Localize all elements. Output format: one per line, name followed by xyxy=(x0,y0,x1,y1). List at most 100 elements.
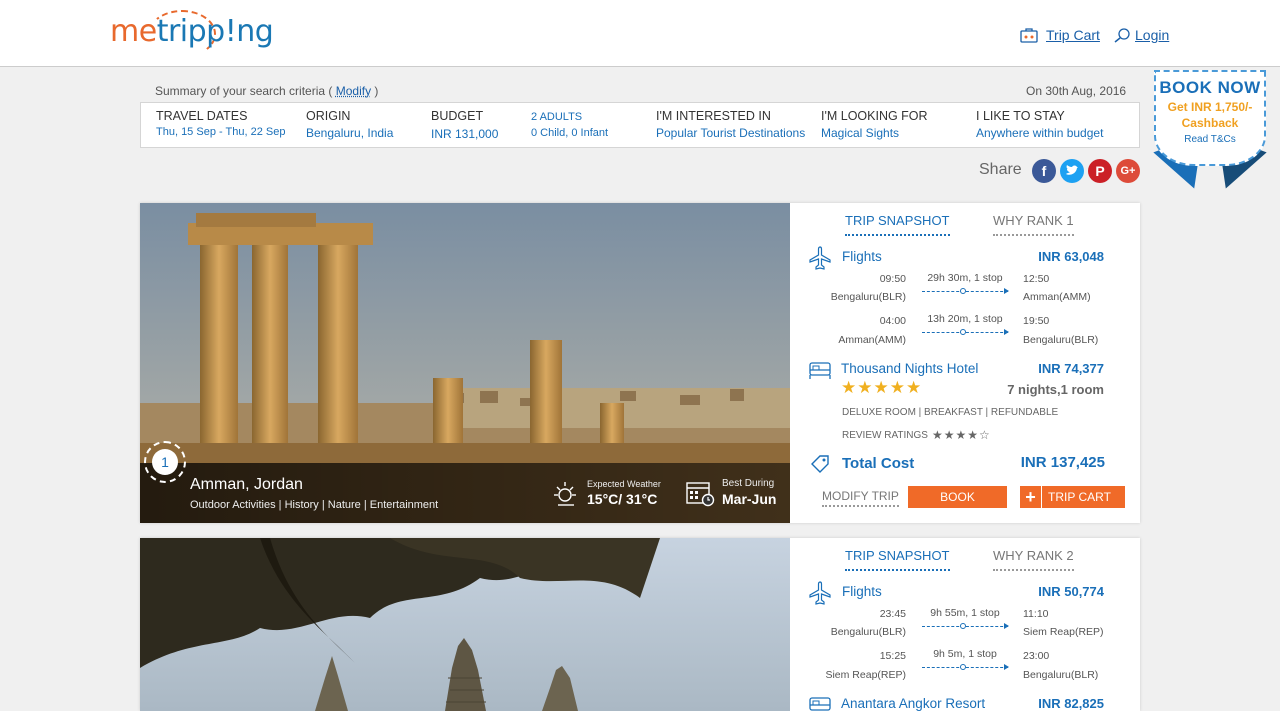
leg2-duration: 13h 20m, 1 stop xyxy=(927,313,1003,325)
leg1-arr-time: 12:50 xyxy=(1023,273,1050,285)
leg2-arr-city: Bengaluru(BLR) xyxy=(1023,334,1099,346)
trip-card-1: 1 Amman, Jordan Outdoor Activities | His… xyxy=(140,203,1140,523)
trip-card-2: Trip Snapshot Why Rank 2 Flights INR 50,… xyxy=(140,538,1140,711)
tab-why-rank[interactable]: Why Rank 1 xyxy=(993,213,1074,236)
trip-cart-icon[interactable] xyxy=(1020,28,1038,43)
stay-value: Anywhere within budget xyxy=(976,126,1104,140)
criteria-travel-dates[interactable]: Travel Dates Thu, 15 Sep - Thu, 22 Sep xyxy=(156,109,285,138)
destination-name[interactable]: Amman, Jordan xyxy=(190,476,303,494)
flight-icon xyxy=(809,581,831,605)
tab-trip-snapshot[interactable]: Trip Snapshot xyxy=(845,213,950,236)
tab-why-rank[interactable]: Why Rank 2 xyxy=(993,548,1074,571)
google-plus-icon[interactable]: G+ xyxy=(1116,159,1140,183)
hotel-name[interactable]: Thousand Nights Hotel xyxy=(841,361,978,376)
leg1-arr-city: Siem Reap(REP) xyxy=(1023,626,1104,638)
modify-trip-button[interactable]: Modify Trip xyxy=(822,489,899,507)
criteria-budget[interactable]: Budget INR 131,000 xyxy=(431,109,498,141)
calendar-icon xyxy=(686,482,715,507)
trip-snapshot-panel: Trip Snapshot Why Rank 2 Flights INR 50,… xyxy=(790,538,1140,711)
leg2-dep-time: 04:00 xyxy=(879,315,906,327)
leg1-dep-city: Bengaluru(BLR) xyxy=(830,626,906,638)
badge-terms-link[interactable]: Read T&Cs xyxy=(1156,134,1264,145)
travel-dates-label: Travel Dates xyxy=(156,109,248,123)
flights-price: INR 63,048 xyxy=(1038,249,1104,264)
destination-tags: Outdoor Activities | History | Nature | … xyxy=(190,499,439,511)
badge-title: BOOK NOW xyxy=(1159,78,1261,97)
trip-cart-label: Trip Cart xyxy=(1048,490,1111,504)
facebook-icon[interactable]: f xyxy=(1032,159,1056,183)
plus-icon: + xyxy=(1020,486,1042,508)
site-header: metripp!ng Trip Cart Login xyxy=(0,0,1280,67)
criteria-travellers[interactable]: 2 ADULTS 0 Child, 0 Infant xyxy=(531,111,608,139)
weather-icon xyxy=(554,482,576,506)
flights-title[interactable]: Flights xyxy=(842,249,882,264)
origin-label: Origin xyxy=(306,109,351,123)
hotel-features: Deluxe Room | Breakfast | Refundable xyxy=(842,407,1059,418)
flights-price: INR 50,774 xyxy=(1038,584,1104,599)
leg2-stop-dot xyxy=(960,664,966,670)
tab-trip-snapshot[interactable]: Trip Snapshot xyxy=(845,548,950,571)
flight-icon xyxy=(809,246,831,270)
hotel-star-rating: ★★★★★ xyxy=(841,378,923,397)
hotel-bed-icon xyxy=(809,362,831,379)
search-date: On 30th Aug, 2016 xyxy=(1026,84,1127,98)
leg2-stop-dot xyxy=(960,329,966,335)
hotel-name[interactable]: Anantara Angkor Resort xyxy=(841,696,985,711)
pinterest-icon[interactable]: P xyxy=(1088,159,1112,183)
leg2-dep-city: Amman(AMM) xyxy=(838,334,906,346)
leg1-stop-dot xyxy=(960,288,966,294)
price-tag-icon xyxy=(811,455,829,473)
leg1-dep-city: Bengaluru(BLR) xyxy=(830,291,906,303)
review-stars: ★★★★☆ xyxy=(932,428,991,442)
add-to-trip-cart-button[interactable]: + Trip Cart xyxy=(1020,486,1125,508)
weather-label: Expected Weather xyxy=(587,479,661,489)
criteria-stay[interactable]: I like to stay Anywhere within budget xyxy=(976,109,1103,140)
leg2-dep-city: Siem Reap(REP) xyxy=(825,669,906,681)
summary-prefix: Summary of your search criteria ( xyxy=(155,84,333,98)
leg2-arr-city: Bengaluru(BLR) xyxy=(1023,669,1099,681)
leg2-arrow xyxy=(1004,664,1009,670)
logo-text-left: me xyxy=(110,14,157,49)
destination-photo xyxy=(140,538,790,711)
leg2-duration: 9h 5m, 1 stop xyxy=(933,648,997,660)
review-ratings-label: REVIEW RATINGS xyxy=(842,430,928,441)
trip-cart-link[interactable]: Trip Cart xyxy=(1046,27,1100,43)
leg1-arrow xyxy=(1004,623,1009,629)
modify-search-link[interactable]: Modify xyxy=(336,84,371,98)
criteria-looking-for[interactable]: I'm looking for Magical Sights xyxy=(821,109,928,140)
flights-title[interactable]: Flights xyxy=(842,584,882,599)
badge-offer-line2: Cashback xyxy=(1181,116,1239,130)
leg2-dep-time: 15:25 xyxy=(879,650,906,662)
logo-text-right: tripp!ng xyxy=(156,14,274,49)
interest-value: Popular Tourist Destinations xyxy=(656,126,806,140)
book-button[interactable]: Book xyxy=(908,486,1007,508)
adults-value: 2 ADULTS xyxy=(531,111,583,123)
badge-offer-line1: Get INR 1,750/- xyxy=(1167,100,1253,114)
hotel-nights: 7 nights,1 room xyxy=(1007,382,1104,397)
leg1-arrow xyxy=(1004,288,1009,294)
book-now-badge[interactable]: BOOK NOW Get INR 1,750/- Cashback Read T… xyxy=(1154,70,1266,166)
twitter-icon[interactable] xyxy=(1060,159,1084,183)
leg1-dep-time: 23:45 xyxy=(879,608,906,620)
stay-label: I like to stay xyxy=(976,109,1065,123)
leg1-stop-dot xyxy=(960,623,966,629)
search-summary-title: Summary of your search criteria ( Modify… xyxy=(155,84,378,98)
login-link[interactable]: Login xyxy=(1135,27,1169,43)
total-cost-label: Total Cost xyxy=(842,455,915,472)
criteria-origin[interactable]: Origin Bengaluru, India xyxy=(306,109,393,140)
login-icon[interactable] xyxy=(1114,28,1132,43)
criteria-interest[interactable]: I'm interested in Popular Tourist Destin… xyxy=(656,109,805,140)
leg2-arr-time: 23:00 xyxy=(1023,650,1050,662)
children-value: 0 Child, 0 Infant xyxy=(531,127,609,139)
interest-label: I'm interested in xyxy=(656,109,771,123)
looking-for-value: Magical Sights xyxy=(821,126,900,140)
trip-snapshot-panel: Trip Snapshot Why Rank 1 Flights INR 63,… xyxy=(790,203,1140,523)
leg1-arr-city: Amman(AMM) xyxy=(1023,291,1091,303)
logo[interactable]: metripp!ng xyxy=(110,14,274,49)
origin-value: Bengaluru, India xyxy=(306,126,394,140)
share-label: Share xyxy=(979,161,1022,178)
hotel-price: INR 82,825 xyxy=(1038,696,1104,711)
budget-label: Budget xyxy=(431,109,484,123)
leg1-duration: 9h 55m, 1 stop xyxy=(930,607,1000,619)
rank-badge: 1 xyxy=(152,449,178,475)
